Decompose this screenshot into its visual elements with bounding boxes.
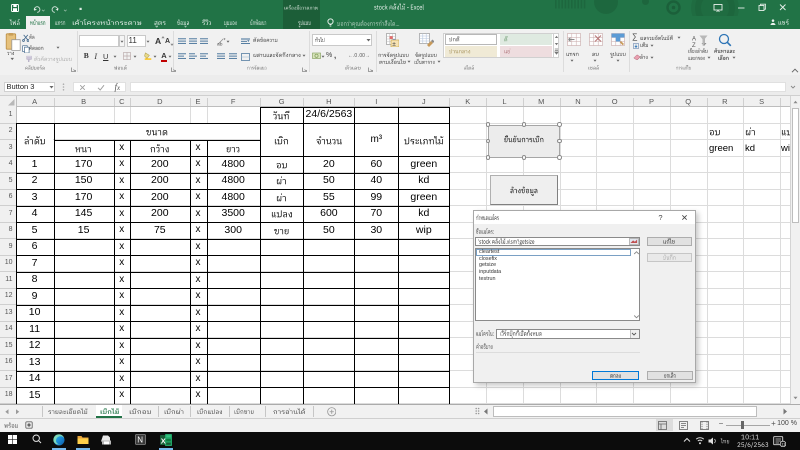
svg-text:N: N: [137, 436, 143, 445]
svg-text:ab: ab: [217, 41, 223, 45]
svg-text:A: A: [692, 37, 696, 43]
svg-text:11: 11: [781, 442, 785, 446]
svg-text:X: X: [160, 436, 165, 445]
svg-text:±: ±: [392, 41, 396, 47]
